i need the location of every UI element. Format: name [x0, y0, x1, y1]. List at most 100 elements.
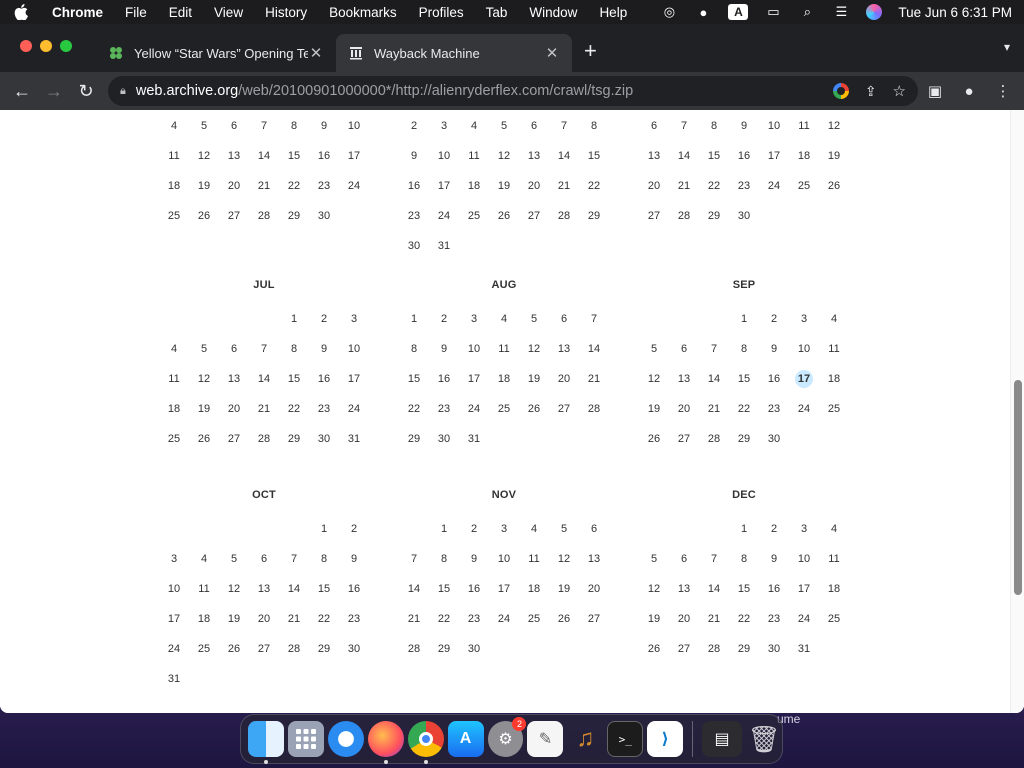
textedit-icon[interactable]: ✎	[527, 721, 564, 757]
calendar-day[interactable]: 7	[669, 117, 699, 135]
calendar-day[interactable]: 2	[309, 310, 339, 328]
tab-wayback-machine[interactable]: Wayback Machine ✕	[336, 34, 572, 72]
calendar-day[interactable]: 22	[429, 610, 459, 628]
calendar-day[interactable]: 20	[639, 177, 669, 195]
calendar-day[interactable]: 27	[519, 207, 549, 225]
calendar-day[interactable]: 12	[519, 340, 549, 358]
side-panel-icon[interactable]: ▣	[924, 76, 946, 106]
calendar-day[interactable]: 22	[279, 177, 309, 195]
calendar-day[interactable]: 8	[429, 550, 459, 568]
calendar-day[interactable]: 15	[279, 147, 309, 165]
calendar-day[interactable]: 19	[549, 580, 579, 598]
calendar-day[interactable]: 17	[459, 370, 489, 388]
calendar-day[interactable]: 7	[249, 117, 279, 135]
calendar-day[interactable]: 9	[399, 147, 429, 165]
calendar-day[interactable]: 8	[399, 340, 429, 358]
calendar-day[interactable]: 12	[639, 580, 669, 598]
fullscreen-window-button[interactable]	[60, 40, 72, 52]
calendar-day[interactable]: 2	[759, 310, 789, 328]
calendar-day[interactable]: 28	[669, 207, 699, 225]
calendar-day[interactable]: 6	[249, 550, 279, 568]
calendar-day[interactable]: 12	[549, 550, 579, 568]
calendar-day[interactable]: 18	[159, 400, 189, 418]
calendar-day[interactable]: 6	[219, 117, 249, 135]
calendar-day[interactable]: 25	[459, 207, 489, 225]
calendar-day[interactable]: 13	[249, 580, 279, 598]
calendar-day[interactable]: 20	[669, 400, 699, 418]
calendar-day[interactable]: 10	[789, 340, 819, 358]
calendar-day[interactable]: 13	[669, 580, 699, 598]
calendar-day[interactable]: 1	[429, 520, 459, 538]
calendar-day[interactable]: 5	[519, 310, 549, 328]
calendar-day[interactable]: 16	[459, 580, 489, 598]
calendar-day[interactable]: 28	[699, 640, 729, 658]
calendar-day[interactable]: 11	[489, 340, 519, 358]
calendar-day[interactable]: 28	[699, 430, 729, 448]
calendar-day[interactable]: 4	[459, 117, 489, 135]
calendar-day[interactable]: 24	[759, 177, 789, 195]
calendar-day[interactable]: 20	[549, 370, 579, 388]
calendar-day[interactable]: 27	[639, 207, 669, 225]
calendar-day[interactable]: 3	[459, 310, 489, 328]
lock-icon[interactable]: 🔒︎	[120, 85, 126, 98]
trash-icon[interactable]: 🗑︎	[746, 721, 782, 757]
calendar-day[interactable]: 30	[399, 237, 429, 255]
calendar-day-highlighted[interactable]: 17	[795, 370, 813, 388]
calendar-day[interactable]: 26	[639, 640, 669, 658]
calendar-day[interactable]: 18	[489, 370, 519, 388]
menu-view[interactable]: View	[203, 5, 254, 20]
calendar-day[interactable]: 29	[399, 430, 429, 448]
calendar-day[interactable]: 5	[219, 550, 249, 568]
calendar-day[interactable]: 15	[279, 370, 309, 388]
calendar-day[interactable]: 6	[549, 310, 579, 328]
calendar-day[interactable]: 7	[699, 550, 729, 568]
calendar-day[interactable]: 22	[729, 400, 759, 418]
calendar-day[interactable]: 9	[729, 117, 759, 135]
bookmark-star-icon[interactable]: ☆	[893, 82, 906, 100]
calendar-day[interactable]: 28	[249, 430, 279, 448]
calendar-day[interactable]: 13	[549, 340, 579, 358]
calendar-day[interactable]: 9	[339, 550, 369, 568]
calendar-day[interactable]: 21	[699, 610, 729, 628]
calendar-day[interactable]: 9	[759, 550, 789, 568]
calendar-day[interactable]: 28	[249, 207, 279, 225]
calendar-day[interactable]: 19	[189, 400, 219, 418]
calendar-day[interactable]: 1	[729, 310, 759, 328]
page-scrollbar[interactable]	[1010, 110, 1024, 713]
calendar-day[interactable]: 25	[819, 610, 849, 628]
safari-icon[interactable]	[327, 721, 364, 757]
calendar-day[interactable]: 19	[189, 177, 219, 195]
calendar-day[interactable]: 11	[189, 580, 219, 598]
calendar-day[interactable]: 13	[639, 147, 669, 165]
reload-icon[interactable]: ↻	[70, 75, 102, 107]
calendar-day[interactable]: 22	[729, 610, 759, 628]
calendar-day[interactable]: 12	[639, 370, 669, 388]
calendar-day[interactable]: 25	[159, 207, 189, 225]
calendar-day[interactable]: 26	[489, 207, 519, 225]
calendar-day[interactable]: 31	[429, 237, 459, 255]
calendar-day[interactable]: 17	[339, 147, 369, 165]
calendar-day[interactable]: 31	[159, 670, 189, 688]
finder-icon[interactable]	[248, 721, 284, 764]
calendar-day[interactable]: 3	[789, 520, 819, 538]
calendar-day[interactable]: 3	[789, 310, 819, 328]
control-center-icon[interactable]: ☰	[832, 4, 850, 20]
calendar-day[interactable]: 14	[249, 370, 279, 388]
calendar-day[interactable]: 25	[159, 430, 189, 448]
calendar-day[interactable]: 14	[399, 580, 429, 598]
calendar-day[interactable]: 30	[759, 430, 789, 448]
calendar-day[interactable]: 25	[789, 177, 819, 195]
launchpad-icon[interactable]	[287, 721, 324, 757]
calendar-day[interactable]: 5	[489, 117, 519, 135]
back-arrow-icon[interactable]: ←	[6, 75, 38, 107]
calendar-day[interactable]: 4	[159, 117, 189, 135]
calendar-day[interactable]: 31	[339, 430, 369, 448]
calendar-day[interactable]: 29	[729, 430, 759, 448]
calendar-day[interactable]: 19	[819, 147, 849, 165]
calendar-day[interactable]: 20	[249, 610, 279, 628]
firefox-icon[interactable]	[367, 721, 404, 764]
calendar-day[interactable]: 16	[729, 147, 759, 165]
calendar-day[interactable]: 11	[459, 147, 489, 165]
calendar-day[interactable]: 7	[399, 550, 429, 568]
calendar-day[interactable]: 27	[219, 207, 249, 225]
